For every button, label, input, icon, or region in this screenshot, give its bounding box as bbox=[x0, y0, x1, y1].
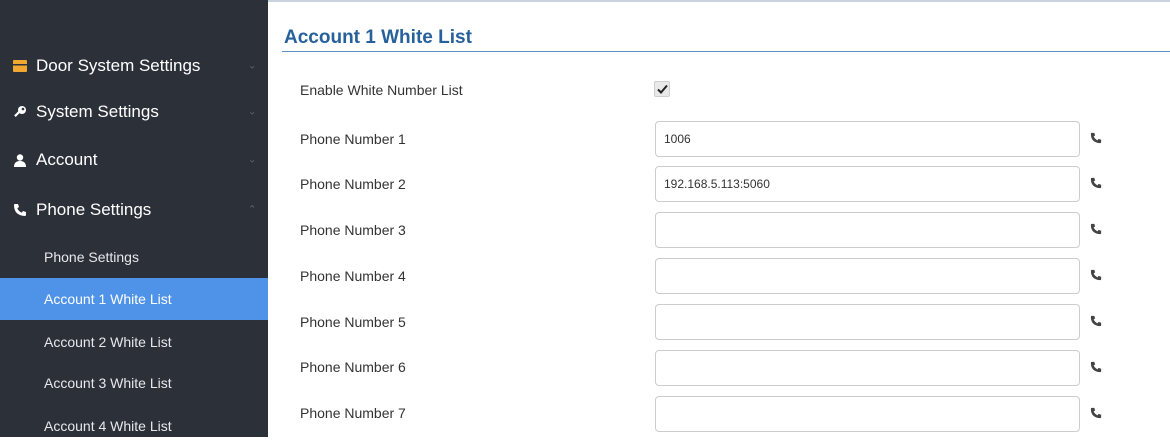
door-icon bbox=[12, 58, 28, 74]
phone-number-1-label: Phone Number 1 bbox=[300, 131, 406, 147]
sidebar-subitem-label: Account 3 White List bbox=[44, 375, 172, 391]
sidebar-item-label: Account bbox=[36, 150, 98, 169]
sidebar-item-door-system-settings[interactable]: Door System Settings ⌄ bbox=[0, 43, 268, 89]
chevron-down-icon: ⌄ bbox=[248, 154, 257, 166]
phone-number-6-input[interactable] bbox=[655, 350, 1080, 386]
sidebar-item-phone-settings[interactable]: Phone Settings ⌃ bbox=[0, 187, 268, 233]
title-divider bbox=[282, 51, 1170, 52]
phone-number-3-label: Phone Number 3 bbox=[300, 222, 406, 238]
phone-icon bbox=[12, 202, 28, 218]
phone-number-4-input[interactable] bbox=[655, 258, 1080, 294]
checkmark-icon bbox=[656, 84, 668, 94]
phone-number-7-label: Phone Number 7 bbox=[300, 405, 406, 421]
user-icon bbox=[12, 152, 28, 168]
sidebar-item-label: Phone Settings bbox=[36, 200, 152, 219]
sidebar-subitem-label: Phone Settings bbox=[44, 249, 139, 265]
phone-icon[interactable] bbox=[1088, 175, 1104, 191]
phone-number-2-input[interactable] bbox=[655, 166, 1080, 202]
chevron-down-icon: ⌄ bbox=[248, 60, 257, 72]
sidebar-subitem-account-2-white-list[interactable]: Account 2 White List bbox=[0, 321, 268, 363]
enable-white-list-label: Enable White Number List bbox=[300, 82, 463, 98]
sidebar-item-label: Door System Settings bbox=[36, 56, 201, 75]
phone-icon[interactable] bbox=[1088, 221, 1104, 237]
phone-number-3-input[interactable] bbox=[655, 212, 1080, 248]
sidebar-subitem-account-4-white-list[interactable]: Account 4 White List bbox=[0, 405, 268, 447]
chevron-up-icon: ⌃ bbox=[248, 204, 257, 216]
chevron-down-icon: ⌄ bbox=[248, 106, 257, 118]
sidebar-item-label: System Settings bbox=[36, 102, 159, 121]
phone-number-1-input[interactable] bbox=[655, 121, 1080, 157]
phone-number-2-label: Phone Number 2 bbox=[300, 176, 406, 192]
phone-icon[interactable] bbox=[1088, 267, 1104, 283]
phone-icon[interactable] bbox=[1088, 313, 1104, 329]
phone-icon[interactable] bbox=[1088, 130, 1104, 146]
sidebar-subitem-phone-settings[interactable]: Phone Settings bbox=[0, 236, 268, 278]
sidebar-subitem-account-1-white-list[interactable]: Account 1 White List bbox=[0, 278, 268, 320]
phone-number-6-label: Phone Number 6 bbox=[300, 359, 406, 375]
enable-white-list-checkbox[interactable] bbox=[654, 81, 670, 97]
sidebar-subitem-label: Account 4 White List bbox=[44, 418, 172, 434]
phone-number-7-input[interactable] bbox=[655, 396, 1080, 432]
key-icon bbox=[12, 104, 28, 120]
phone-icon[interactable] bbox=[1088, 359, 1104, 375]
page-title: Account 1 White List bbox=[284, 27, 472, 48]
phone-number-5-label: Phone Number 5 bbox=[300, 314, 406, 330]
phone-icon[interactable] bbox=[1088, 405, 1104, 421]
sidebar-subitem-label: Account 2 White List bbox=[44, 334, 172, 350]
sidebar: Door System Settings ⌄ System Settings ⌄… bbox=[0, 0, 268, 437]
sidebar-subitem-account-3-white-list[interactable]: Account 3 White List bbox=[0, 362, 268, 404]
phone-number-5-input[interactable] bbox=[655, 304, 1080, 340]
phone-number-4-label: Phone Number 4 bbox=[300, 268, 406, 284]
sidebar-subitem-label: Account 1 White List bbox=[44, 291, 172, 307]
sidebar-item-system-settings[interactable]: System Settings ⌄ bbox=[0, 89, 268, 135]
sidebar-item-account[interactable]: Account ⌄ bbox=[0, 137, 268, 183]
